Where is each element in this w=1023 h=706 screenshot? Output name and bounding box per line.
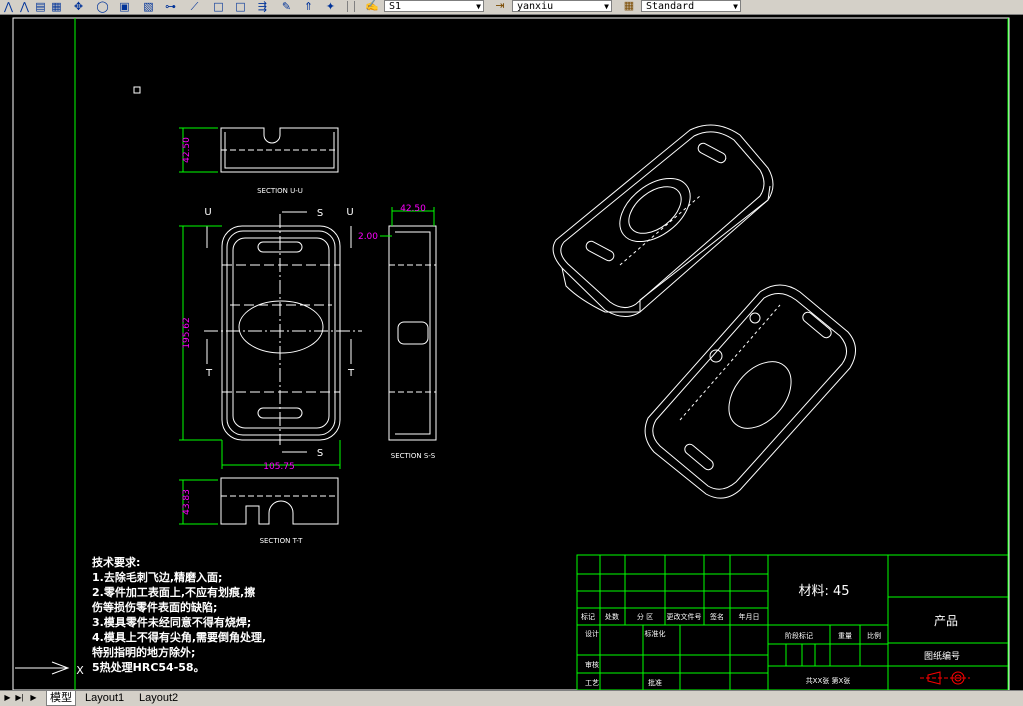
tab-layout1[interactable]: Layout1 — [82, 691, 127, 705]
dim-label: 43.83 — [182, 489, 192, 515]
notes-line: 特别指明的地方除外; — [92, 645, 195, 659]
drawing-canvas[interactable]: 42.50 SECTION U-U U U S S T T 195.62 105… — [0, 15, 1023, 691]
notes-line: 5热处理HRC54-58。 — [92, 660, 205, 674]
tab-model[interactable]: 模型 — [46, 691, 76, 706]
front-view-centerlines — [204, 211, 362, 453]
orbit-icon[interactable]: ◯ — [96, 0, 109, 13]
layout-tab-bar: ▶ ▶| ▶ 模型 Layout1 Layout2 — [0, 690, 1023, 706]
notes-line: 伤等损伤零件表面的缺陷; — [91, 600, 217, 614]
header-cell: 年月日 — [739, 612, 760, 621]
front-view — [221, 225, 341, 441]
table-style-icon[interactable]: ▦ — [622, 0, 636, 13]
projection-symbol-icon — [920, 671, 970, 685]
ucs-icon: X — [15, 661, 84, 677]
notes-line: 1.去除毛刺飞边,精磨入面; — [92, 570, 222, 584]
product-label: 产品 — [934, 614, 958, 628]
header-cell: 处数 — [605, 612, 619, 621]
dim-label: 195.62 — [182, 317, 192, 349]
isometric-view-bottom — [644, 284, 856, 499]
tab-layout2[interactable]: Layout2 — [136, 691, 181, 705]
section-label-ss: SECTION S-S — [391, 452, 436, 460]
notes-line: 4.模具上不得有尖角,需要倒角处理, — [92, 630, 266, 644]
section-tt-view — [220, 477, 339, 525]
polyline-icon[interactable]: ⟋ — [188, 0, 201, 13]
point-marker — [133, 86, 141, 94]
stage-label: 阶段标记 — [785, 631, 813, 640]
drawing-svg: 42.50 SECTION U-U U U S S T T 195.62 105… — [12, 17, 1010, 691]
cut-label-u-right: U — [346, 207, 353, 218]
toolbar-separator — [354, 1, 355, 12]
header-cell: 签名 — [710, 612, 724, 621]
chevron-down-icon[interactable]: ▼ — [604, 1, 609, 13]
nav-prev-button[interactable]: ▶ — [2, 692, 13, 704]
dimension-icon[interactable]: ⊶ — [164, 0, 177, 13]
notes-title: 技术要求: — [92, 555, 140, 569]
row-label: 工艺 — [585, 679, 599, 687]
rectangle-icon[interactable]: □ — [212, 0, 225, 13]
dim-label: 105.75 — [263, 462, 295, 472]
mirror-icon[interactable]: ⋀ — [2, 0, 15, 13]
cut-label-s-top: S — [317, 208, 323, 219]
isometric-view-top — [552, 124, 774, 317]
toolbar-separator — [347, 1, 348, 12]
cut-label-t-left: T — [205, 368, 213, 379]
chevron-down-icon[interactable]: ▼ — [476, 1, 481, 13]
move-icon[interactable]: ⇶ — [256, 0, 269, 13]
notes-line: 3.模具零件未经同意不得有烧焊; — [92, 615, 251, 629]
cut-label-s-bottom: S — [317, 448, 323, 459]
arrow-icon[interactable]: ⇑ — [302, 0, 315, 13]
style-combo[interactable]: S1 ▼ — [384, 0, 484, 12]
layer-icon[interactable]: ▣ — [118, 0, 131, 13]
svg-text:X: X — [76, 664, 84, 677]
cut-label-t-right: T — [347, 368, 355, 379]
row-label: 标准化 — [645, 629, 666, 638]
sheets-label: 共XX张 第X张 — [806, 676, 851, 685]
nav-next-button[interactable]: ▶| — [14, 692, 25, 704]
paint-icon[interactable]: ✦ — [324, 0, 337, 13]
rectangle-alt-icon[interactable]: □ — [234, 0, 247, 13]
stage-label: 重量 — [838, 632, 852, 640]
toolbar: ⋀ ⋀ ▤ ▦ ✥ ◯ ▣ ▧ ⊶ ⟋ □ □ ⇶ ✎ ⇑ ✦ ✍ S1 ▼ ⇥… — [0, 0, 1023, 15]
dimstyle-combo-value: yanxiu — [517, 1, 554, 12]
row-label: 审核 — [585, 660, 599, 669]
row-label: 设计 — [585, 629, 599, 638]
style-icon[interactable]: ✍ — [365, 0, 379, 13]
stage-label: 比例 — [867, 631, 881, 640]
section-label-uu: SECTION U-U — [257, 187, 303, 195]
cut-label-u-left: U — [204, 207, 211, 218]
section-uu-view — [220, 127, 339, 173]
dimstyle-combo[interactable]: yanxiu ▼ — [512, 0, 612, 12]
title-block-text: 材料: 45 产品 图纸编号 共XX张 第X张 标记 处数 分 区 更改文件号 … — [581, 584, 960, 687]
material-label: 材料: 45 — [798, 584, 849, 599]
table-combo-value: Standard — [646, 1, 695, 12]
pen-icon[interactable]: ✎ — [280, 0, 293, 13]
dim-label: 2.00 — [358, 232, 378, 242]
nav-last-button[interactable]: ▶ — [28, 692, 39, 704]
dim-label: 42.50 — [182, 137, 192, 163]
technical-notes: 技术要求: 1.去除毛刺飞边,精磨入面; 2.零件加工表面上,不应有划痕,擦 伤… — [91, 555, 266, 674]
drawing-no-label: 图纸编号 — [924, 650, 960, 662]
section-ss-view — [388, 225, 437, 441]
chevron-down-icon[interactable]: ▼ — [733, 1, 738, 13]
row-label: 批准 — [648, 678, 662, 687]
properties-icon[interactable]: ▤ — [34, 0, 47, 13]
style-combo-value: S1 — [389, 1, 402, 12]
section-label-tt: SECTION T-T — [260, 537, 304, 545]
distance-icon[interactable]: ⋀ — [18, 0, 31, 13]
header-cell: 标记 — [581, 612, 595, 621]
dimstyle-icon[interactable]: ⇥ — [493, 0, 507, 13]
table-combo[interactable]: Standard ▼ — [641, 0, 741, 12]
notes-line: 2.零件加工表面上,不应有划痕,擦 — [92, 585, 255, 599]
header-cell: 分 区 — [637, 612, 653, 621]
grid-icon[interactable]: ▦ — [50, 0, 63, 13]
text-style-icon[interactable]: ▧ — [142, 0, 155, 13]
header-cell: 更改文件号 — [667, 612, 702, 621]
dim-label: 42.50 — [400, 204, 426, 214]
pan-icon[interactable]: ✥ — [72, 0, 85, 13]
